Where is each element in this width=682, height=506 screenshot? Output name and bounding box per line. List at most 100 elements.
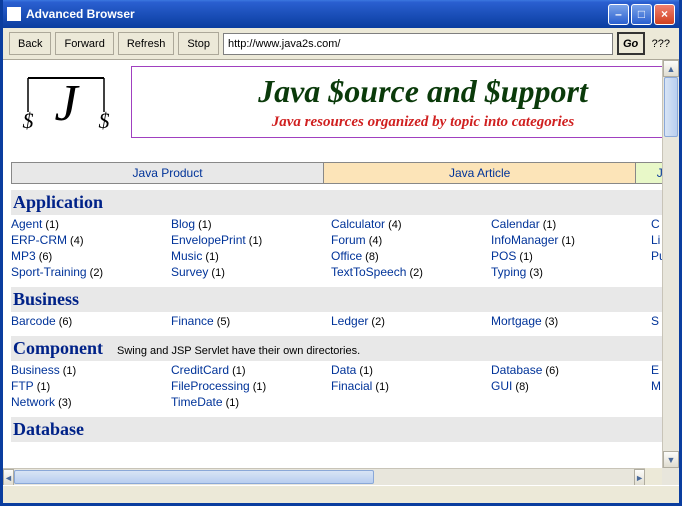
section-title: Application [13,192,103,213]
section-note: Swing and JSP Servlet have their own dir… [117,345,360,357]
link-grid: Business (1)CreditCard (1)Data (1)Databa… [11,361,662,411]
link-count: (3) [542,316,559,328]
category-link[interactable]: Forum [331,233,366,247]
category-link[interactable]: POS [491,249,516,263]
category-link[interactable]: Agent [11,217,42,231]
link-grid: Barcode (6)Finance (5)Ledger (2)Mortgage… [11,312,662,330]
vscroll-track[interactable] [663,77,679,451]
category-link[interactable]: FileProcessing [171,379,250,393]
titlebar[interactable]: Advanced Browser – □ × [3,0,679,28]
banner-subtitle: Java resources organized by topic into c… [142,114,662,131]
link-item [491,395,651,409]
scroll-up-button[interactable]: ▲ [663,60,679,77]
link-item: Agent (1) [11,217,171,231]
hscroll-thumb[interactable] [14,470,374,484]
link-item: Calculator (4) [331,217,491,231]
link-count: (4) [385,219,402,231]
link-count: (1) [372,381,389,393]
category-link[interactable]: Li [651,233,660,247]
link-count: (1) [223,397,240,409]
category-link[interactable]: TextToSpeech [331,265,406,279]
category-link[interactable]: Survey [171,265,208,279]
url-input[interactable] [223,33,613,55]
category-link[interactable]: MP3 [11,249,36,263]
link-item: Forum (4) [331,233,491,247]
maximize-button[interactable]: □ [631,4,652,25]
scroll-corner [662,468,679,485]
category-link[interactable]: Office [331,249,362,263]
section-heading: Business [11,287,662,312]
category-link[interactable]: Database [491,363,542,377]
link-count: (1) [246,235,263,247]
category-link[interactable]: Barcode [11,314,56,328]
category-link[interactable]: EnvelopePrint [171,233,246,247]
stop-button[interactable]: Stop [178,32,219,55]
scroll-left-button[interactable]: ◄ [3,469,14,486]
link-count: (3) [55,397,72,409]
link-item: TextToSpeech (2) [331,265,491,279]
category-link[interactable]: Music [171,249,202,263]
tab-java-product[interactable]: Java Product [12,163,324,183]
section-title: Database [13,419,84,440]
category-link[interactable]: GUI [491,379,512,393]
go-button[interactable]: Go [617,32,645,55]
category-link[interactable]: C [651,217,660,231]
close-button[interactable]: × [654,4,675,25]
tab-java-article[interactable]: Java Article [324,163,636,183]
category-link[interactable]: Blog [171,217,195,231]
vscroll-thumb[interactable] [664,77,678,137]
tab-java-b[interactable]: Java B [636,163,662,183]
link-item: Calendar (1) [491,217,651,231]
category-link[interactable]: Sport-Training [11,265,87,279]
category-link[interactable]: TimeDate [171,395,223,409]
category-link[interactable]: InfoManager [491,233,558,247]
section-heading: Application [11,190,662,215]
category-link[interactable]: M [651,379,661,393]
link-item: FileProcessing (1) [171,379,331,393]
refresh-button[interactable]: Refresh [118,32,175,55]
category-link[interactable]: Data [331,363,356,377]
category-link[interactable]: Ledger [331,314,368,328]
category-link[interactable]: Calendar [491,217,540,231]
category-link[interactable]: Pu [651,249,662,263]
link-item: Network (3) [11,395,171,409]
link-count: (5) [214,316,231,328]
category-link[interactable]: CreditCard [171,363,229,377]
scroll-right-button[interactable]: ► [634,469,645,486]
category-link[interactable]: Calculator [331,217,385,231]
link-count: (1) [356,365,373,377]
link-count: (2) [87,267,104,279]
category-link[interactable]: FTP [11,379,34,393]
link-item: Mortgage (3) [491,314,651,328]
link-item: Pu [651,249,662,263]
toolbar: Back Forward Refresh Stop Go ??? [3,28,679,60]
link-count: (6) [36,251,53,263]
link-item [651,265,662,279]
statusbar [3,485,679,503]
category-link[interactable]: Business [11,363,60,377]
category-link[interactable]: E [651,363,659,377]
horizontal-scrollbar[interactable]: ◄ ► [3,468,645,485]
back-button[interactable]: Back [9,32,51,55]
link-count: (1) [202,251,219,263]
link-grid: Agent (1)Blog (1)Calculator (4)Calendar … [11,215,662,281]
category-link[interactable]: S [651,314,659,328]
category-link[interactable]: Finacial [331,379,372,393]
hscroll-track[interactable] [14,469,634,485]
category-link[interactable]: ERP-CRM [11,233,67,247]
vertical-scrollbar[interactable]: ▲ ▼ [662,60,679,468]
category-link[interactable]: Mortgage [491,314,542,328]
link-item [331,395,491,409]
link-count: (1) [250,381,267,393]
link-count: (8) [512,381,529,393]
category-link[interactable]: Network [11,395,55,409]
forward-button[interactable]: Forward [55,32,113,55]
category-link[interactable]: Typing [491,265,526,279]
link-item: GUI (8) [491,379,651,393]
link-item: Office (8) [331,249,491,263]
app-icon [7,7,21,21]
minimize-button[interactable]: – [608,4,629,25]
link-item: Sport-Training (2) [11,265,171,279]
category-link[interactable]: Finance [171,314,214,328]
scroll-down-button[interactable]: ▼ [663,451,679,468]
